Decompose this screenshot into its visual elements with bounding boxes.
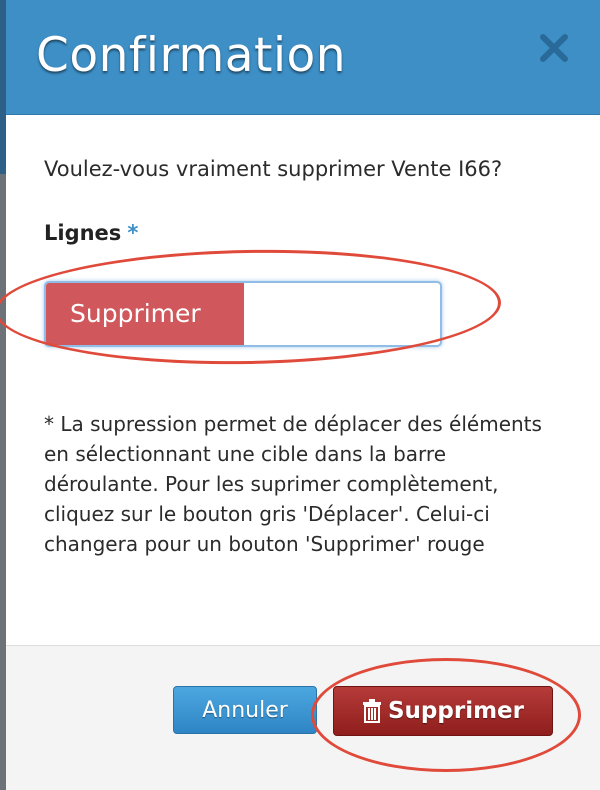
close-icon — [539, 33, 569, 63]
lines-field-label: Lignes * — [44, 219, 138, 247]
dialog-body: Voulez-vous vraiment supprimer Vente I66… — [6, 115, 600, 645]
deletion-note: * La supression permet de déplacer des é… — [44, 412, 542, 556]
cancel-button-label: Annuler — [202, 697, 288, 723]
cancel-button[interactable]: Annuler — [173, 686, 317, 734]
trash-icon — [362, 699, 382, 723]
dialog-footer: Annuler Supprimer — [6, 645, 600, 790]
selected-option-chip: Supprimer — [46, 283, 244, 345]
delete-button[interactable]: Supprimer — [333, 686, 553, 736]
required-marker: * — [127, 221, 139, 245]
lines-select[interactable]: Supprimer — [44, 281, 442, 347]
close-button[interactable] — [536, 30, 572, 66]
confirmation-dialog: Confirmation Voulez-vous vraiment suppri… — [6, 0, 600, 790]
delete-button-label: Supprimer — [387, 698, 524, 724]
confirmation-question: Voulez-vous vraiment supprimer Vente I66… — [44, 157, 503, 181]
lines-label-text: Lignes — [44, 221, 122, 245]
dialog-title: Confirmation — [36, 28, 347, 83]
dialog-header: Confirmation — [6, 0, 600, 115]
